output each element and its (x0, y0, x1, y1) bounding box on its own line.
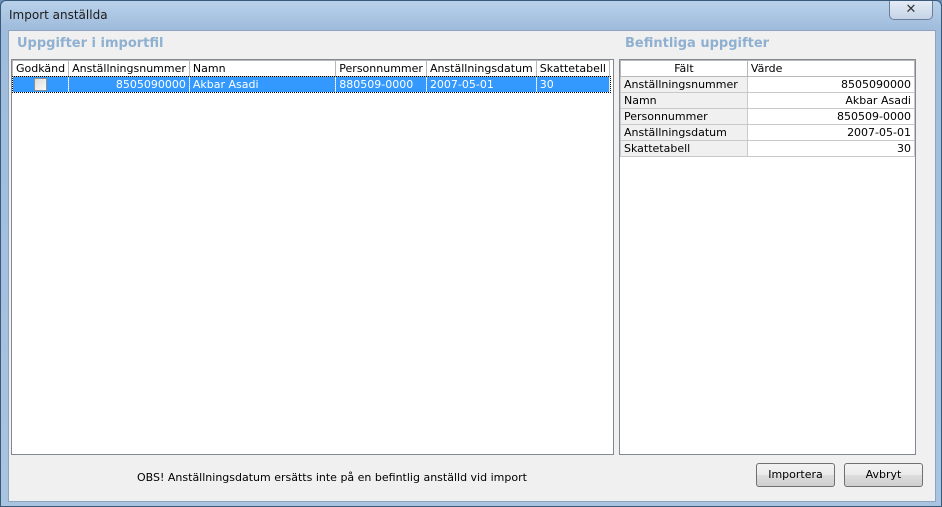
field-label: Personnummer (620, 108, 748, 125)
table-row[interactable]: Skattetabell 30 (620, 140, 916, 157)
import-note: OBS! Anställningsdatum ersätts inte på e… (137, 471, 527, 484)
table-row[interactable]: 8505090000 Akbar Asadi 880509-0000 2007-… (11, 75, 611, 93)
column-header-namn[interactable]: Namn (188, 60, 337, 77)
column-header-anstallningsdatum[interactable]: Anställningsdatum (425, 60, 537, 77)
column-header-godkand[interactable]: Godkänd (11, 60, 70, 77)
import-grid-header: Godkänd Anställningsnummer Namn Personnu… (11, 60, 611, 77)
namn-cell[interactable]: Akbar Asadi (189, 76, 337, 92)
field-label: Anställningsnummer (620, 76, 748, 93)
window-title: Import anställda (9, 8, 108, 22)
column-header-falt[interactable]: Fält (620, 60, 748, 77)
field-value[interactable]: 8505090000 (746, 76, 916, 93)
field-label: Anställningsdatum (620, 124, 748, 141)
close-button[interactable]: ✕ (889, 1, 933, 20)
table-row[interactable]: Anställningsnummer 8505090000 (620, 76, 916, 93)
field-value[interactable]: Akbar Asadi (746, 92, 916, 109)
existing-data-grid[interactable]: Fält Värde Anställningsnummer 8505090000… (619, 59, 916, 455)
anstallningsnummer-cell[interactable]: 8505090000 (68, 76, 190, 92)
field-label: Namn (620, 92, 748, 109)
field-value[interactable]: 30 (746, 140, 916, 157)
column-header-varde[interactable]: Värde (746, 60, 916, 77)
anstallningsdatum-cell[interactable]: 2007-05-01 (426, 76, 537, 92)
cancel-button[interactable]: Avbryt (844, 463, 923, 487)
table-row[interactable]: Namn Akbar Asadi (620, 92, 916, 109)
column-header-skattetabell[interactable]: Skattetabell (535, 60, 611, 77)
table-row[interactable]: Anställningsdatum 2007-05-01 (620, 124, 916, 141)
import-button[interactable]: Importera (756, 463, 835, 487)
import-file-section-title: Uppgifter i importfil (17, 36, 164, 51)
personnummer-cell[interactable]: 880509-0000 (335, 76, 427, 92)
field-value[interactable]: 850509-0000 (746, 108, 916, 125)
import-dialog: Import anställda ✕ Uppgifter i importfil… (0, 0, 942, 507)
skattetabell-cell[interactable]: 30 (536, 76, 611, 92)
field-value[interactable]: 2007-05-01 (746, 124, 916, 141)
existing-grid-header: Fält Värde (620, 60, 916, 77)
close-icon: ✕ (905, 2, 917, 17)
table-row[interactable]: Personnummer 850509-0000 (620, 108, 916, 125)
approved-checkbox[interactable] (33, 78, 47, 92)
column-header-personnummer[interactable]: Personnummer (335, 60, 427, 77)
dialog-client-area: Uppgifter i importfil Befintliga uppgift… (8, 30, 936, 502)
approved-cell[interactable] (12, 76, 70, 92)
title-bar[interactable]: Import anställda ✕ (1, 1, 941, 29)
column-header-anstallningsnummer[interactable]: Anställningsnummer (68, 60, 190, 77)
existing-data-section-title: Befintliga uppgifter (625, 36, 770, 51)
import-file-grid[interactable]: Godkänd Anställningsnummer Namn Personnu… (11, 59, 614, 455)
field-label: Skattetabell (620, 140, 748, 157)
